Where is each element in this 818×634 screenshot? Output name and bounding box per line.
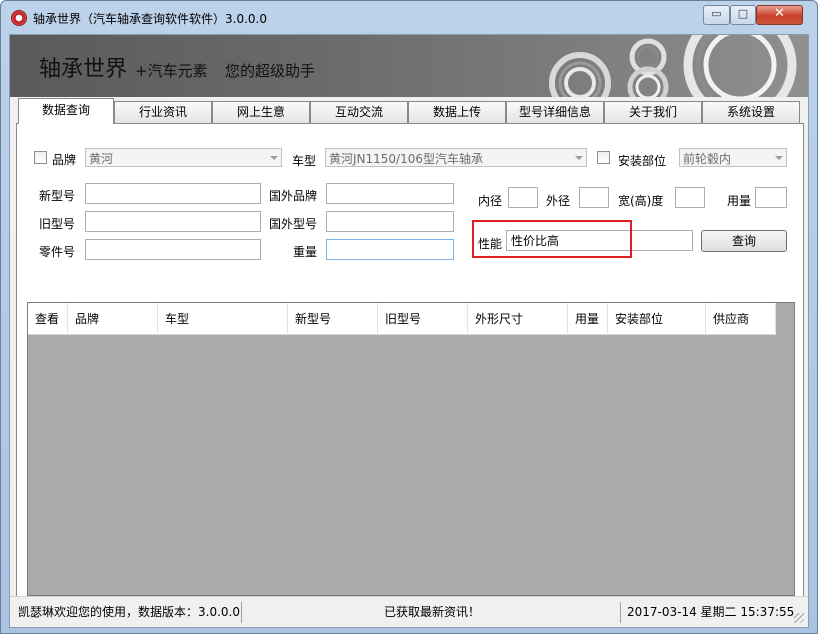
- status-divider: [620, 602, 621, 623]
- chevron-down-icon: [575, 156, 583, 160]
- install-select-value: 前轮毂内: [683, 152, 732, 166]
- install-select[interactable]: 前轮毂内: [679, 148, 787, 167]
- maximize-icon: □: [737, 7, 749, 20]
- old-model-label: 旧型号: [39, 217, 76, 231]
- minimize-button[interactable]: ▭: [703, 5, 730, 25]
- chevron-down-icon: [775, 156, 783, 160]
- weight-label: 重量: [293, 245, 318, 259]
- col-install-position[interactable]: 安装部位: [608, 303, 706, 335]
- width-label: 宽(高)度: [618, 194, 664, 208]
- tab-settings[interactable]: 系统设置: [702, 101, 800, 123]
- banner-title: 轴承世界: [39, 57, 128, 82]
- close-button[interactable]: ✕: [756, 5, 803, 25]
- inner-diameter-input[interactable]: [508, 187, 538, 208]
- col-quantity[interactable]: 用量: [568, 303, 608, 335]
- minimize-icon: ▭: [711, 7, 722, 20]
- new-model-label: 新型号: [39, 189, 76, 203]
- quantity-input[interactable]: [755, 187, 787, 208]
- header-banner: 轴承世界 +汽车元素 您的超级助手: [10, 35, 808, 97]
- new-model-input[interactable]: [85, 183, 261, 204]
- vehicle-select[interactable]: 黄河JN1150/106型汽车轴承: [325, 148, 587, 167]
- tab-industry-news[interactable]: 行业资讯: [114, 101, 212, 123]
- resize-grip-icon[interactable]: [794, 613, 804, 623]
- brand-label: 品牌: [52, 153, 77, 167]
- tab-data-query[interactable]: 数据查询: [18, 98, 114, 124]
- foreign-brand-input[interactable]: [326, 183, 454, 204]
- banner-subtitle: +汽车元素: [135, 62, 208, 80]
- status-datetime: 2017-03-14 星期二 15:37:55: [627, 605, 795, 619]
- vehicle-select-value: 黄河JN1150/106型汽车轴承: [329, 152, 484, 166]
- col-dimensions[interactable]: 外形尺寸: [468, 303, 568, 335]
- close-icon: ✕: [774, 6, 785, 21]
- col-view[interactable]: 查看: [28, 303, 68, 335]
- col-brand[interactable]: 品牌: [68, 303, 158, 335]
- client-area: 轴承世界 +汽车元素 您的超级助手 数据查询 行业资讯 网上生意 互动交流 数据…: [9, 34, 809, 628]
- foreign-brand-label: 国外品牌: [269, 189, 318, 203]
- vehicle-label: 车型: [292, 154, 317, 168]
- weight-input[interactable]: [326, 239, 454, 260]
- outer-diameter-label: 外径: [546, 194, 571, 208]
- brand-select-value: 黄河: [89, 152, 114, 166]
- foreign-model-input[interactable]: [326, 211, 454, 232]
- main-tabs: 数据查询 行业资讯 网上生意 互动交流 数据上传 型号详细信息 关于我们 系统设…: [16, 98, 804, 124]
- tab-interaction[interactable]: 互动交流: [310, 101, 408, 123]
- tab-data-upload[interactable]: 数据上传: [408, 101, 506, 123]
- window-title: 轴承世界（汽车轴承查询软件软件）3.0.0.0: [33, 12, 267, 26]
- col-supplier[interactable]: 供应商: [706, 303, 776, 335]
- query-panel: 品牌 黄河 车型 黄河JN1150/106型汽车轴承 安装部位 前轮毂内 新型号…: [16, 123, 804, 601]
- col-vehicle[interactable]: 车型: [158, 303, 288, 335]
- status-bar: 凯瑟琳欢迎您的使用，数据版本：3.0.0.0 已获取最新资讯！ 2017-03-…: [10, 596, 808, 627]
- col-old-model[interactable]: 旧型号: [378, 303, 468, 335]
- status-message: 已获取最新资讯！: [384, 605, 481, 619]
- bearing-graphic-icon: [549, 35, 797, 97]
- status-welcome: 凯瑟琳欢迎您的使用，数据版本：3.0.0.0: [18, 605, 240, 619]
- col-new-model[interactable]: 新型号: [288, 303, 378, 335]
- width-input[interactable]: [675, 187, 705, 208]
- quantity-label: 用量: [727, 194, 752, 208]
- brand-checkbox[interactable]: [34, 151, 47, 164]
- brand-select[interactable]: 黄河: [85, 148, 282, 167]
- status-divider: [241, 602, 242, 623]
- tab-online-business[interactable]: 网上生意: [212, 101, 310, 123]
- banner-slogan: 您的超级助手: [225, 62, 316, 80]
- foreign-model-label: 国外型号: [269, 217, 318, 231]
- title-bar[interactable]: 轴承世界（汽车轴承查询软件软件）3.0.0.0 ▭ □ ✕: [1, 1, 817, 34]
- part-no-label: 零件号: [39, 245, 76, 259]
- app-logo-icon: [11, 10, 27, 26]
- inner-diameter-label: 内径: [478, 194, 503, 208]
- results-table[interactable]: 查看 品牌 车型 新型号 旧型号 外形尺寸 用量 安装部位 供应商: [27, 302, 795, 596]
- results-table-header: 查看 品牌 车型 新型号 旧型号 外形尺寸 用量 安装部位 供应商: [28, 303, 776, 335]
- app-window: 轴承世界（汽车轴承查询软件软件）3.0.0.0 ▭ □ ✕ 轴承世界 +汽车元素…: [0, 0, 818, 634]
- highlight-box: [472, 220, 632, 258]
- chevron-down-icon: [270, 156, 278, 160]
- old-model-input[interactable]: [85, 211, 261, 232]
- maximize-button[interactable]: □: [730, 5, 756, 25]
- outer-diameter-input[interactable]: [579, 187, 609, 208]
- tab-about-us[interactable]: 关于我们: [604, 101, 702, 123]
- query-button[interactable]: 查询: [701, 230, 787, 252]
- part-no-input[interactable]: [85, 239, 261, 260]
- install-checkbox[interactable]: [597, 151, 610, 164]
- install-label: 安装部位: [618, 154, 667, 168]
- tab-model-details[interactable]: 型号详细信息: [506, 101, 604, 123]
